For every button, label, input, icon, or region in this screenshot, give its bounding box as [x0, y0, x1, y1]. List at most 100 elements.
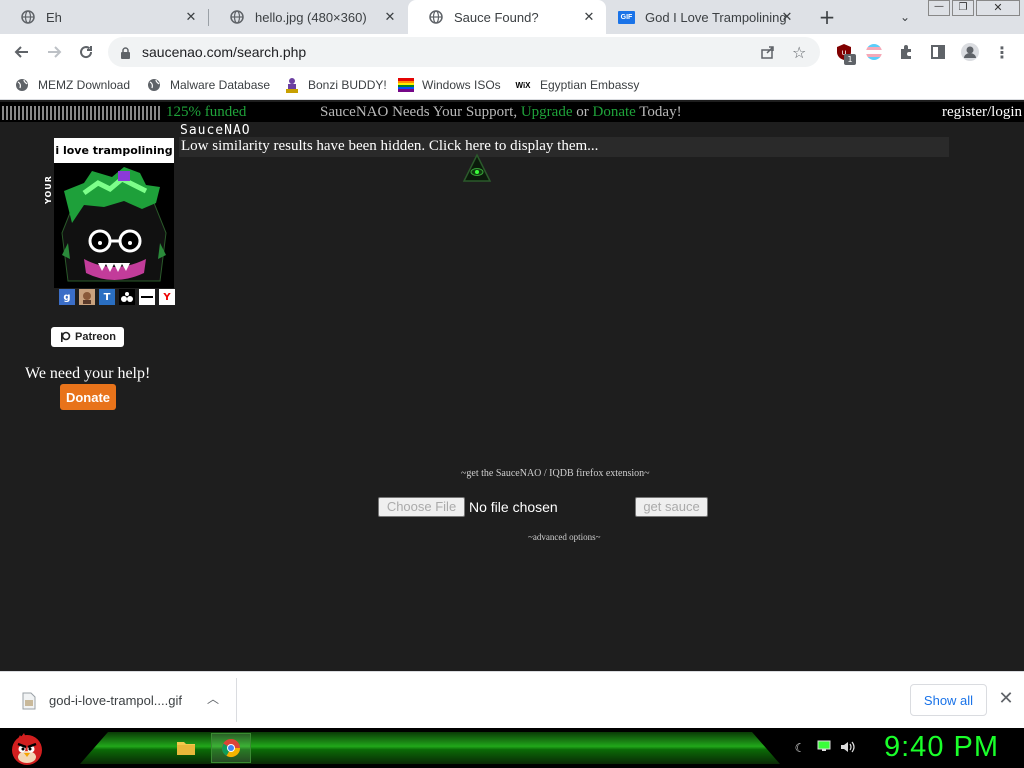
lock-icon[interactable]	[120, 45, 131, 64]
globe-icon	[20, 9, 36, 25]
tab-eh[interactable]: Eh ✕	[0, 0, 208, 34]
bookmark-windows-isos[interactable]: Windows ISOs	[398, 77, 501, 93]
support-banner: SauceNAO Needs Your Support, Upgrade or …	[320, 104, 682, 121]
bookmark-egyptian-embassy[interactable]: WiX Egyptian Embassy	[514, 77, 639, 93]
patreon-label: Patreon	[75, 331, 116, 343]
download-filename[interactable]: god-i-love-trampol....gif	[49, 693, 182, 708]
close-icon[interactable]: ✕	[184, 10, 198, 24]
side-panel-icon[interactable]	[926, 40, 950, 64]
network-icon[interactable]	[816, 740, 832, 756]
star-icon[interactable]: ☆	[792, 43, 806, 62]
gif-icon: GIF	[618, 10, 635, 24]
globe-icon	[428, 9, 444, 25]
funded-text: 125% funded	[166, 104, 247, 120]
puzzle-extensions-icon[interactable]	[894, 40, 918, 64]
tray-app-icon[interactable]: ☾	[792, 740, 808, 756]
window-controls: — ❐ ✕	[928, 0, 1024, 18]
chrome-taskbar-button[interactable]	[211, 733, 251, 763]
tab-title: Eh	[46, 9, 62, 25]
hidden-results-message[interactable]: Low similarity results have been hidden.…	[181, 138, 598, 155]
bonzi-icon	[284, 77, 300, 93]
reverse-search-links: g T Y	[59, 289, 175, 305]
bookmark-label: Bonzi BUDDY!	[308, 78, 387, 92]
close-icon[interactable]: ✕	[582, 10, 596, 24]
hidden-results-bar[interactable]: Low similarity results have been hidden.…	[179, 137, 949, 157]
gif-file-icon	[22, 692, 36, 710]
get-sauce-button[interactable]: get sauce	[635, 497, 708, 517]
close-icon[interactable]: ✕	[996, 688, 1016, 710]
tab-title: Sauce Found?	[454, 9, 539, 25]
funding-progress-stripes	[2, 106, 162, 120]
back-icon[interactable]	[10, 40, 34, 64]
tab-strip: Eh ✕ hello.jpg (480×360) ✕ Sauce Found? …	[0, 0, 1024, 34]
bing-icon[interactable]	[119, 289, 135, 305]
no-file-chosen-text: No file chosen	[469, 499, 558, 515]
bookmark-label: Egyptian Embassy	[540, 78, 640, 92]
bookmark-bonzi-buddy[interactable]: Bonzi BUDDY!	[284, 77, 387, 93]
globe-icon	[14, 77, 30, 93]
choose-file-button[interactable]: Choose File	[378, 497, 465, 517]
close-window-icon[interactable]: ✕	[976, 0, 1020, 16]
angry-bird-start-icon[interactable]	[8, 729, 46, 767]
volume-icon[interactable]	[840, 740, 856, 756]
ublock-extension-icon[interactable]: u 1	[832, 40, 856, 65]
new-tab-button[interactable]: +	[816, 6, 838, 28]
browser-toolbar: saucenao.com/search.php ☆ u 1 ⋮	[0, 34, 1024, 70]
ralsei-artwork	[54, 163, 174, 288]
thumbnail-caption: i love trampolining	[54, 138, 174, 163]
close-icon[interactable]: ✕	[383, 10, 397, 24]
bookmarks-bar: MEMZ Download Malware Database Bonzi BUD…	[0, 70, 1024, 100]
donate-link[interactable]: Donate	[592, 104, 635, 120]
chevron-up-icon[interactable]: ︿	[205, 689, 221, 709]
windows-flag-icon	[398, 77, 414, 93]
or-text: or	[576, 104, 589, 120]
wix-icon: WiX	[515, 80, 531, 90]
download-divider	[236, 678, 237, 722]
need-help-text: We need your help!	[25, 365, 151, 382]
bookmark-malware-database[interactable]: Malware Database	[146, 77, 270, 93]
reload-icon[interactable]	[74, 40, 98, 64]
google-icon[interactable]: g	[59, 289, 75, 305]
all-seeing-eye-icon[interactable]	[462, 153, 492, 183]
register-login-link[interactable]: register/login	[942, 104, 1022, 121]
show-all-button[interactable]: Show all	[910, 684, 987, 716]
url-text: saucenao.com/search.php	[142, 44, 307, 60]
advanced-options-link[interactable]: ~advanced options~	[528, 532, 600, 542]
taskbar-clock[interactable]: 9:40 PM	[884, 731, 999, 764]
chrome-icon	[222, 739, 240, 758]
tineye-icon[interactable]: T	[99, 289, 115, 305]
yandex-icon[interactable]: Y	[159, 289, 175, 305]
minimize-icon[interactable]: —	[928, 0, 950, 16]
restore-icon[interactable]: ❐	[952, 0, 974, 16]
menu-kebab-icon[interactable]: ⋮	[990, 40, 1014, 64]
site-title: SauceNAO	[180, 123, 251, 138]
globe-icon	[229, 9, 245, 25]
globe-icon	[146, 77, 162, 93]
tab-sauce-found[interactable]: Sauce Found? ✕	[408, 0, 606, 34]
donate-button[interactable]: Donate	[60, 384, 116, 410]
firefox-extension-link[interactable]: ~get the SauceNAO / IQDB firefox extensi…	[461, 468, 650, 479]
address-bar[interactable]: saucenao.com/search.php ☆	[108, 37, 820, 67]
ascii2d-icon[interactable]	[79, 289, 95, 305]
upgrade-link[interactable]: Upgrade	[521, 104, 573, 120]
close-icon[interactable]: ✕	[780, 10, 794, 24]
forward-icon[interactable]	[42, 40, 66, 64]
share-icon[interactable]	[760, 44, 776, 64]
tab-title: God I Love Trampolining	[645, 9, 787, 25]
bookmark-memz-download[interactable]: MEMZ Download	[14, 77, 130, 93]
saucenao-page: 125% funded SauceNAO Needs Your Support,…	[0, 101, 1024, 671]
your-image-thumbnail[interactable]: i love trampolining	[54, 138, 174, 288]
file-explorer-icon[interactable]	[176, 738, 196, 756]
tab-god-i-love-trampolining[interactable]: GIF God I Love Trampolining ✕	[606, 0, 804, 34]
today-text: Today!	[639, 104, 682, 120]
patreon-icon	[61, 331, 71, 342]
patreon-button[interactable]: Patreon	[51, 327, 124, 347]
tab-hello-jpg[interactable]: hello.jpg (480×360) ✕	[209, 0, 407, 34]
profile-avatar-icon[interactable]	[958, 40, 982, 64]
tab-title: hello.jpg (480×360)	[255, 9, 367, 25]
yandex-flat-icon[interactable]	[139, 289, 155, 305]
trans-flag-extension-icon[interactable]	[862, 40, 886, 64]
tab-search-chevron-icon[interactable]: ⌄	[896, 8, 914, 26]
bookmark-label: MEMZ Download	[38, 78, 131, 92]
bookmark-label: Windows ISOs	[422, 78, 501, 92]
